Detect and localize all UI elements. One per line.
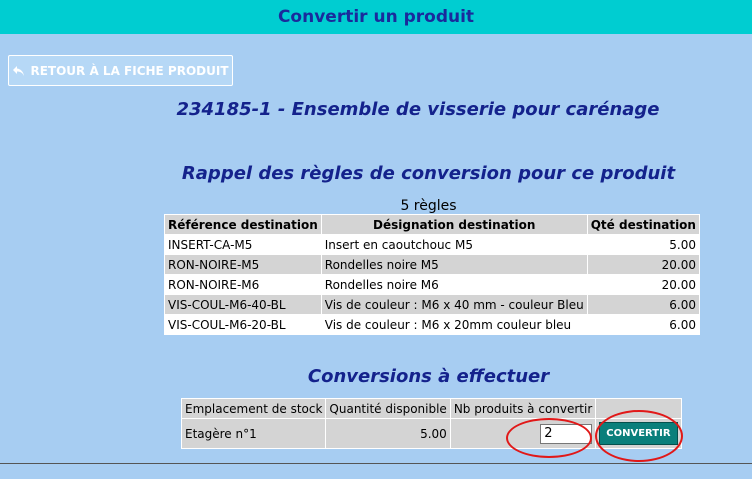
designation-cell: Vis de couleur : M6 x 40 mm - couleur Bl… [321,295,587,314]
quantity-cell: 20.00 [587,275,699,294]
quantity-cell: 20.00 [587,255,699,274]
column-header: Qté destination [587,215,699,234]
designation-cell: Rondelles noire M5 [321,255,587,274]
column-header-empty [596,399,681,418]
table-row: RON-NOIRE-M6 Rondelles noire M6 20.00 [165,275,699,294]
rules-table: Référence destination Désignation destin… [164,214,700,335]
table-header-row: Référence destination Désignation destin… [165,215,699,234]
quantity-cell: 6.00 [587,315,699,334]
product-title: 234185-1 - Ensemble de visserie pour car… [176,99,660,120]
bottom-divider [0,463,752,464]
table-row: Etagère n°1 5.00 CONVERTIR [182,419,681,448]
table-header-row: Emplacement de stock Quantité disponible… [182,399,681,418]
reference-cell: VIS-COUL-M6-20-BL [165,315,321,334]
reply-arrow-icon [12,65,25,77]
rules-count: 5 règles [400,198,457,214]
quantity-cell: 5.00 [587,235,699,254]
designation-cell: Rondelles noire M6 [321,275,587,294]
table-row: INSERT-CA-M5 Insert en caoutchouc M5 5.0… [165,235,699,254]
page-header: Convertir un produit [0,0,752,34]
table-row: RON-NOIRE-M5 Rondelles noire M5 20.00 [165,255,699,274]
back-button-label: RETOUR À LA FICHE PRODUIT [30,63,229,78]
rules-section-title: Rappel des règles de conversion pour ce … [181,163,676,184]
convert-button[interactable]: CONVERTIR [599,422,678,445]
designation-cell: Vis de couleur : M6 x 20mm couleur bleu [321,315,587,334]
column-header: Désignation destination [321,215,587,234]
available-cell: 5.00 [326,419,450,448]
table-row: VIS-COUL-M6-40-BL Vis de couleur : M6 x … [165,295,699,314]
reference-cell: INSERT-CA-M5 [165,235,321,254]
column-header: Référence destination [165,215,321,234]
conversions-section-title: Conversions à effectuer [307,366,550,387]
column-header: Nb produits à convertir [450,399,596,418]
page-title: Convertir un produit [277,7,475,27]
conversions-table: Emplacement de stock Quantité disponible… [181,398,682,449]
convert-quantity-input[interactable] [540,423,593,444]
reference-cell: VIS-COUL-M6-40-BL [165,295,321,314]
column-header: Quantité disponible [326,399,450,418]
location-cell: Etagère n°1 [182,419,326,448]
column-header: Emplacement de stock [182,399,326,418]
reference-cell: RON-NOIRE-M6 [165,275,321,294]
back-to-product-button[interactable]: RETOUR À LA FICHE PRODUIT [8,55,233,86]
table-row: VIS-COUL-M6-20-BL Vis de couleur : M6 x … [165,315,699,334]
quantity-input-cell [450,419,596,448]
quantity-cell: 6.00 [587,295,699,314]
convert-button-cell: CONVERTIR [596,419,681,448]
reference-cell: RON-NOIRE-M5 [165,255,321,274]
designation-cell: Insert en caoutchouc M5 [321,235,587,254]
